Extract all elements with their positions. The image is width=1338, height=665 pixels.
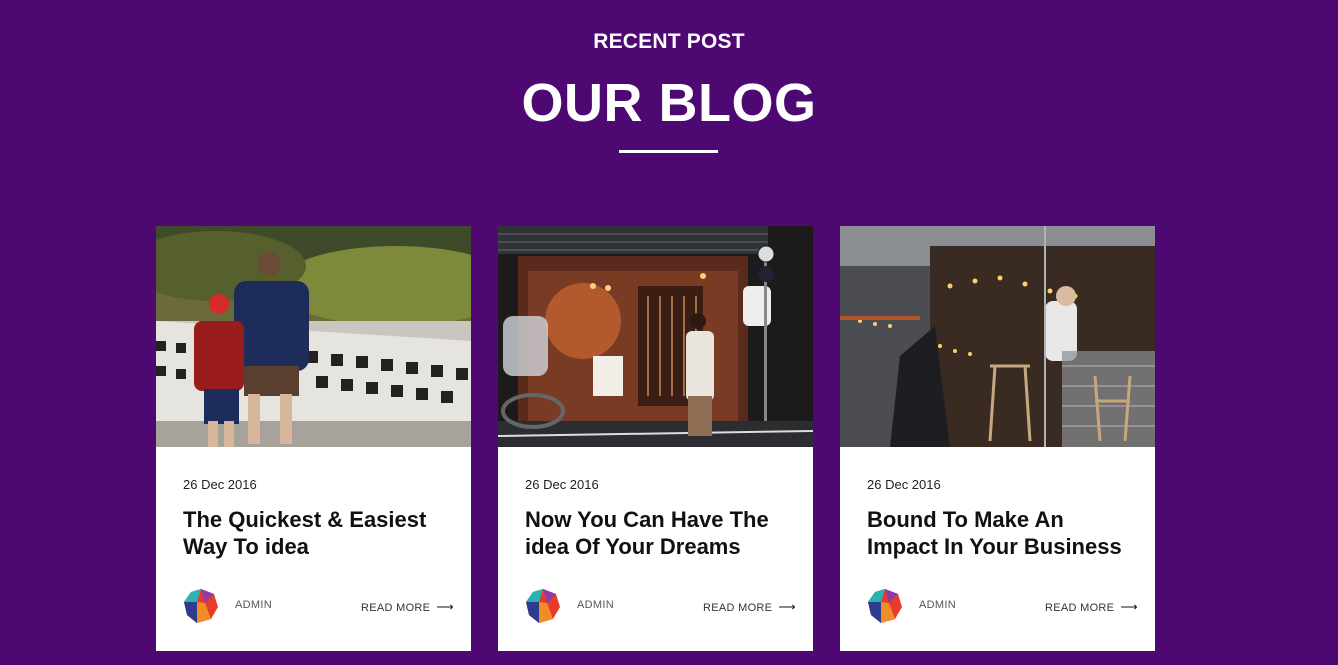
- post-title[interactable]: Bound To Make An Impact In Your Business: [867, 506, 1132, 560]
- right-arrow-icon: ⟶: [778, 600, 796, 614]
- blog-card[interactable]: 26 Dec 2016 Now You Can Have The idea Of…: [498, 226, 813, 651]
- read-more-label: READ MORE: [1045, 602, 1115, 614]
- title-divider: [619, 150, 718, 153]
- avatar: [184, 589, 218, 623]
- post-author: ADMIN: [235, 599, 272, 611]
- post-date: 26 Dec 2016: [525, 477, 599, 492]
- post-title[interactable]: Now You Can Have The idea Of Your Dreams: [525, 506, 790, 560]
- post-image[interactable]: [498, 226, 813, 447]
- read-more-link[interactable]: READ MORE ⟶: [1045, 600, 1138, 614]
- post-author: ADMIN: [577, 599, 614, 611]
- read-more-label: READ MORE: [703, 602, 773, 614]
- post-date: 26 Dec 2016: [867, 477, 941, 492]
- post-author: ADMIN: [919, 599, 956, 611]
- blog-card[interactable]: 26 Dec 2016 Bound To Make An Impact In Y…: [840, 226, 1155, 651]
- right-arrow-icon: ⟶: [436, 600, 454, 614]
- right-arrow-icon: ⟶: [1120, 600, 1138, 614]
- read-more-link[interactable]: READ MORE ⟶: [361, 600, 454, 614]
- avatar: [868, 589, 902, 623]
- post-title[interactable]: The Quickest & Easiest Way To idea: [183, 506, 448, 560]
- section-title: OUR BLOG: [521, 73, 817, 133]
- avatar: [526, 589, 560, 623]
- read-more-label: READ MORE: [361, 602, 431, 614]
- blog-card[interactable]: 26 Dec 2016 The Quickest & Easiest Way T…: [156, 226, 471, 651]
- post-date: 26 Dec 2016: [183, 477, 257, 492]
- section-eyebrow: RECENT POST: [593, 30, 745, 53]
- post-image[interactable]: [156, 226, 471, 447]
- read-more-link[interactable]: READ MORE ⟶: [703, 600, 796, 614]
- post-image[interactable]: [840, 226, 1155, 447]
